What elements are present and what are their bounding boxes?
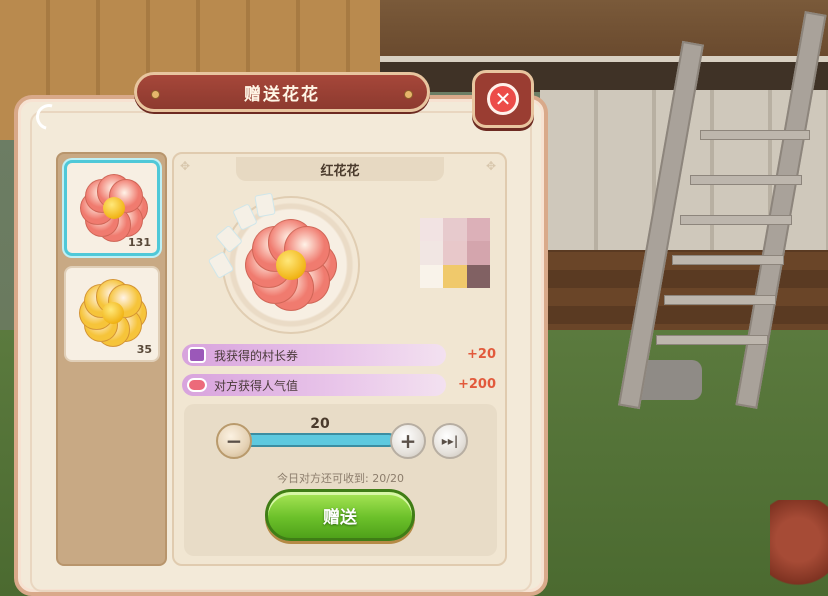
daily-receive-limit: 今日对方还可收到: 20/20 (277, 472, 404, 485)
quantity-slider[interactable] (236, 433, 396, 447)
flower-item-yellow[interactable]: 35 (64, 266, 160, 362)
max-quantity-button[interactable]: ▸▸| (432, 423, 468, 459)
large-red-flower-icon (245, 219, 337, 311)
card-icon (254, 192, 276, 218)
flower-name-tab: 红花花 (236, 157, 444, 181)
reward-row-popularity: 对方获得人气值 (182, 374, 446, 396)
minus-icon: − (225, 429, 243, 453)
ladder-rung (672, 255, 784, 265)
close-icon: ✕ (487, 83, 519, 115)
reward-row-voucher: 我获得的村长券 (182, 344, 446, 366)
rivet-icon (404, 90, 413, 99)
flower-item-red[interactable]: 131 (64, 160, 160, 256)
reward-value: +200 (457, 377, 496, 392)
reward-label: 我获得的村长券 (214, 348, 299, 363)
quantity-value: 20 (310, 416, 330, 432)
ladder-rung (680, 215, 792, 225)
voucher-icon (182, 344, 212, 366)
wooden-deck (380, 0, 828, 62)
skip-to-end-icon: ▸▸| (441, 434, 459, 448)
corner-decoration-icon: ✥ (180, 159, 191, 173)
gift-button[interactable]: 赠送 (265, 489, 415, 541)
close-button[interactable]: ✕ (472, 70, 534, 128)
rivet-icon (151, 90, 160, 99)
dialog-title: 赠送花花 (244, 84, 320, 105)
ladder-rung (664, 295, 776, 305)
flower-count: 131 (128, 236, 151, 249)
yellow-flower-icon (79, 279, 147, 347)
dialog-title-banner: 赠送花花 (134, 72, 430, 112)
reward-label: 对方获得人气值 (214, 378, 299, 393)
corner-decoration-icon: ✥ (486, 159, 497, 173)
reward-value: +20 (467, 347, 496, 362)
paw-icon (182, 374, 212, 396)
flower-name: 红花花 (320, 163, 360, 179)
pixelated-avatar (420, 218, 490, 288)
ladder-rung (656, 335, 768, 345)
gift-button-label: 赠送 (323, 507, 357, 528)
red-flower-icon (80, 174, 148, 242)
increase-button[interactable]: + (390, 423, 426, 459)
red-plant (770, 500, 828, 596)
dark-beam (380, 62, 828, 92)
plus-icon: + (399, 429, 417, 453)
decrease-button[interactable]: − (216, 423, 252, 459)
flower-count: 35 (136, 343, 152, 356)
flower-list: 131 35 (56, 152, 167, 566)
ladder-rung (700, 130, 810, 140)
ladder-rung (690, 175, 802, 185)
